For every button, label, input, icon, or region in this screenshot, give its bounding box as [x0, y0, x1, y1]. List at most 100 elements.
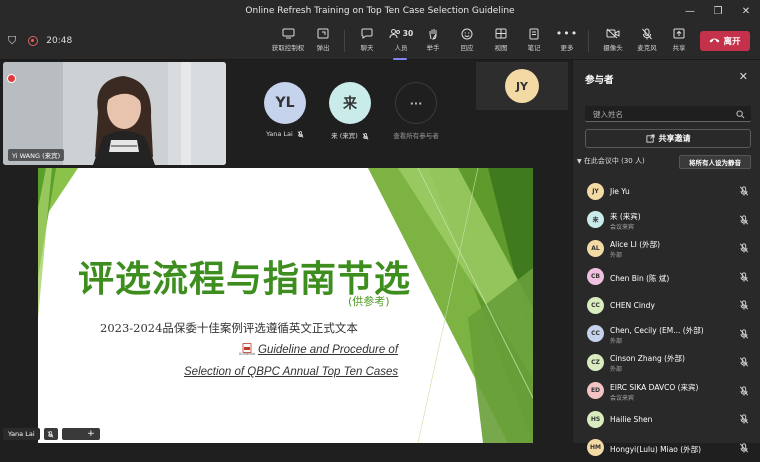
- meeting-status: ⛉ 20:48: [8, 22, 72, 60]
- view-button[interactable]: 视图: [486, 25, 516, 57]
- more-button[interactable]: ••• 更多: [552, 25, 582, 57]
- people-button[interactable]: 30 人员: [385, 25, 417, 57]
- toolbar-divider: [588, 30, 589, 52]
- mic-off-icon: [297, 131, 304, 138]
- camera-button[interactable]: 摄像头: [596, 25, 630, 57]
- notes-icon: [529, 25, 539, 42]
- avatar: CZ: [587, 354, 604, 371]
- avatar-name: Yana Lai: [266, 130, 304, 138]
- avatar-tile-yana-lai[interactable]: YL Yana Lai: [255, 82, 315, 138]
- presenter-name: Yana Lai: [3, 428, 40, 440]
- share-screen-icon: [282, 25, 295, 42]
- participant-role: 外部: [610, 250, 622, 259]
- meeting-toolbar: ⛉ 20:48 获取控制权 弹出 聊天 30 人员 举手: [0, 22, 760, 60]
- slide-link-line3[interactable]: Selection of QBPC Annual Top Ten Cases: [184, 366, 398, 378]
- participant-name: Hongyi(Lulu) Miao (外部): [610, 444, 701, 455]
- avatar: CC: [587, 325, 604, 342]
- in-meeting-section-toggle[interactable]: ▼ 在此会议中 (30 人): [577, 156, 645, 166]
- popout-icon: [317, 25, 329, 42]
- view-icon: [495, 25, 507, 42]
- mic-off-icon: [739, 272, 749, 282]
- close-icon[interactable]: ✕: [739, 70, 748, 83]
- mic-off-icon: [362, 133, 369, 140]
- participant-search-input[interactable]: 键入姓名: [585, 106, 751, 122]
- participant-row[interactable]: HS Hailie Shen: [573, 405, 760, 434]
- avatar-tile-jie-yu[interactable]: JY: [476, 62, 568, 110]
- video-tile-yi-wang[interactable]: Yi WANG (来宾): [3, 62, 226, 165]
- participant-row[interactable]: CCChen, Cecily (EM... (外部)外部: [573, 320, 760, 349]
- participant-name: CHEN Cindy: [610, 301, 655, 310]
- avatar: CC: [587, 297, 604, 314]
- mic-off-icon: [739, 300, 749, 310]
- mic-off-icon: [641, 25, 653, 42]
- participant-row[interactable]: CC CHEN Cindy: [573, 291, 760, 320]
- share-link-icon: [646, 134, 655, 143]
- minimize-button[interactable]: —: [676, 0, 704, 22]
- panel-title: 参与者: [585, 72, 614, 86]
- avatar: AL: [587, 240, 604, 257]
- participant-row[interactable]: 来来 (来宾)会议来宾: [573, 206, 760, 235]
- react-icon: [461, 25, 473, 42]
- participant-name: Jie Yu: [610, 187, 630, 196]
- share-button[interactable]: 共享: [664, 25, 694, 57]
- popout-button[interactable]: 弹出: [308, 25, 338, 57]
- avatar: ED: [587, 382, 604, 399]
- participant-row[interactable]: EDEIRC SIKA DAVCO (来宾)会议来宾: [573, 377, 760, 406]
- take-control-button[interactable]: 获取控制权: [270, 25, 306, 57]
- mic-off-icon: [739, 215, 749, 225]
- mic-off-icon: [739, 243, 749, 253]
- more-icon: •••: [556, 25, 578, 42]
- recording-indicator: [7, 74, 16, 83]
- title-bar: Online Refresh Training on Top Ten Case …: [0, 0, 760, 22]
- mic-off-icon: [739, 186, 749, 196]
- view-all-participants-button[interactable]: ··· 查看所有参与者: [385, 82, 447, 140]
- share-invite-button[interactable]: 共享邀请: [585, 129, 751, 148]
- participant-row[interactable]: HM Hongyi(Lulu) Miao (外部): [573, 434, 760, 462]
- notes-button[interactable]: 笔记: [519, 25, 549, 57]
- file-tag: Guideline: [239, 353, 256, 356]
- participant-name: Hailie Shen: [610, 415, 652, 424]
- close-window-button[interactable]: ✕: [732, 0, 760, 22]
- participant-row[interactable]: JYJie Yu: [573, 177, 760, 206]
- react-button[interactable]: 回应: [452, 25, 482, 57]
- mic-off-icon: [739, 357, 749, 367]
- restore-button[interactable]: ❐: [704, 0, 732, 22]
- people-icon: 30: [389, 25, 413, 42]
- slide-subtitle: (供参考): [348, 293, 390, 309]
- toolbar-divider: [344, 30, 345, 52]
- avatar: HM: [587, 439, 604, 456]
- avatar-tile-guest[interactable]: 来 来 (来宾): [320, 82, 380, 140]
- chat-icon: [361, 25, 373, 42]
- share-icon: [673, 25, 685, 42]
- more-icon: ···: [395, 82, 437, 124]
- add-button[interactable]: +: [62, 428, 100, 440]
- shield-icon: ⛉: [8, 34, 16, 48]
- meeting-timer: 20:48: [46, 36, 72, 46]
- raise-hand-button[interactable]: 举手: [418, 25, 448, 57]
- participant-name: 来 (来宾): [610, 211, 641, 222]
- shared-slide: 评选流程与指南节选 (供参考) 2023-2024品保委十佳案例评选遵循英文正式…: [38, 168, 533, 443]
- window-title: Online Refresh Training on Top Ten Case …: [245, 6, 514, 16]
- participant-row[interactable]: CZCinson Zhang (外部)外部: [573, 348, 760, 377]
- avatar: HS: [587, 411, 604, 428]
- avatar: 来: [587, 211, 604, 228]
- microphone-button[interactable]: 麦克风: [630, 25, 664, 57]
- phone-hangup-icon: [709, 36, 720, 46]
- slide-file-icon: Guideline: [240, 343, 254, 357]
- leave-button[interactable]: 离开: [700, 31, 750, 51]
- avatar: YL: [264, 82, 306, 124]
- chat-button[interactable]: 聊天: [352, 25, 382, 57]
- recording-icon: [28, 36, 38, 46]
- participant-row[interactable]: CBChen Bin (陈 斌): [573, 263, 760, 292]
- mute-all-button[interactable]: 将所有人设为静音: [679, 155, 751, 169]
- participant-row[interactable]: ALAlice LI (外部)外部: [573, 234, 760, 263]
- slide-link-line2[interactable]: Guideline and Procedure of: [258, 344, 398, 356]
- participants-panel: 参与者 ✕ 键入姓名 共享邀请 ▼ 在此会议中 (30 人) 将所有人设为静音 …: [572, 60, 760, 443]
- avatar-name: 来 (来宾): [331, 130, 369, 140]
- participant-name: Chen Bin (陈 斌): [610, 273, 669, 284]
- participant-role: 外部: [610, 336, 622, 345]
- mic-off-icon: [739, 414, 749, 424]
- mic-off-icon: [739, 386, 749, 396]
- mic-off-icon: [739, 443, 749, 453]
- raise-hand-icon: [428, 25, 439, 42]
